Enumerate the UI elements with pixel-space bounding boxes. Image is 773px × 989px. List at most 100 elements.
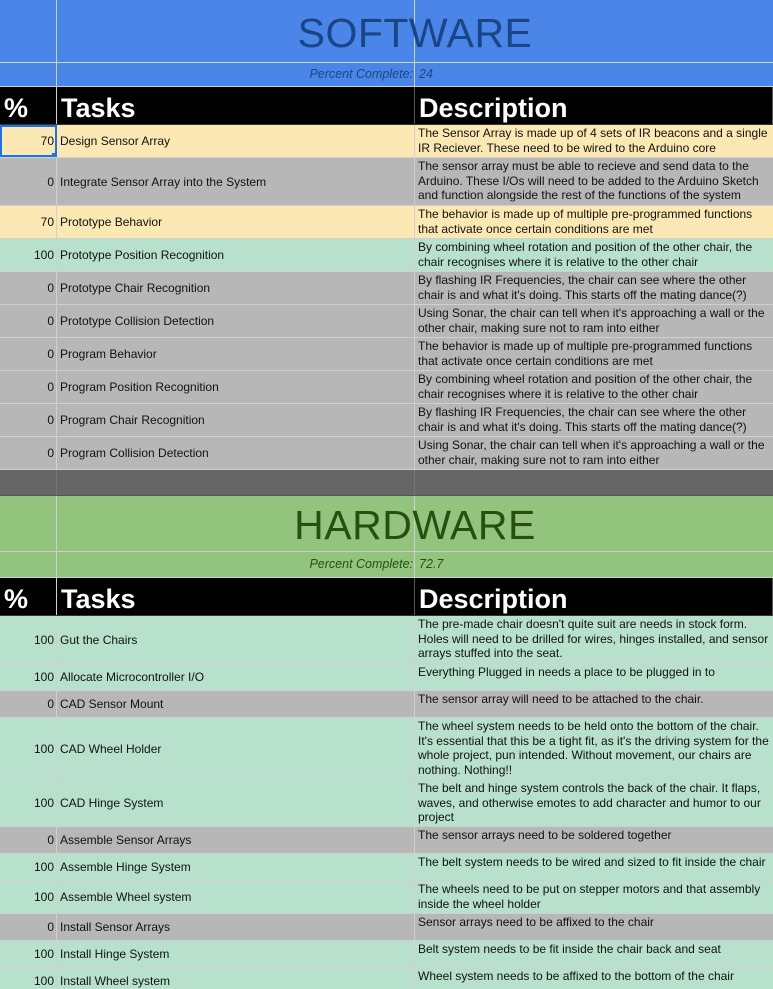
pct-cell[interactable]: 100 — [0, 616, 57, 663]
description-cell[interactable]: The behavior is made up of multiple pre-… — [415, 206, 773, 238]
task-cell[interactable]: Install Sensor Arrays — [57, 914, 415, 940]
description-cell[interactable]: Using Sonar, the chair can tell when it'… — [415, 305, 773, 337]
banner-cell[interactable] — [0, 496, 57, 551]
hardware-row: 0 Install Sensor Arrays Sensor arrays ne… — [0, 914, 773, 941]
task-cell[interactable]: Prototype Behavior — [57, 206, 415, 238]
description-cell[interactable]: Using Sonar, the chair can tell when it'… — [415, 437, 773, 469]
software-percent-value: 24 — [419, 67, 433, 81]
task-cell[interactable]: Assemble Sensor Arrays — [57, 827, 415, 853]
hardware-row: 100 Allocate Microcontroller I/O Everyth… — [0, 664, 773, 691]
software-row: 0 Program Behavior The behavior is made … — [0, 338, 773, 371]
hardware-row: 100 Assemble Wheel system The wheels nee… — [0, 881, 773, 914]
percent-value-cell[interactable] — [415, 552, 773, 577]
software-row: 0 Program Collision Detection Using Sona… — [0, 437, 773, 470]
task-cell[interactable]: Program Collision Detection — [57, 437, 415, 469]
software-row: 0 Prototype Chair Recognition By flashin… — [0, 272, 773, 305]
description-cell[interactable]: By flashing IR Frequencies, the chair ca… — [415, 404, 773, 436]
header-tasks[interactable]: Tasks — [57, 87, 415, 124]
pct-cell[interactable]: 100 — [0, 664, 57, 690]
pct-cell[interactable]: 0 — [0, 914, 57, 940]
pct-cell[interactable]: 100 — [0, 239, 57, 271]
task-cell[interactable]: Program Behavior — [57, 338, 415, 370]
task-cell[interactable]: Gut the Chairs — [57, 616, 415, 663]
pct-cell[interactable]: 0 — [0, 827, 57, 853]
pct-cell[interactable]: 0 — [0, 338, 57, 370]
software-banner-row: SOFTWARE — [0, 0, 773, 63]
task-cell[interactable]: Assemble Hinge System — [57, 854, 415, 880]
task-cell[interactable]: Prototype Chair Recognition — [57, 272, 415, 304]
pct-cell[interactable]: 0 — [0, 305, 57, 337]
header-pct[interactable]: % — [0, 87, 57, 124]
description-cell[interactable]: The sensor array must be able to recieve… — [415, 158, 773, 205]
description-cell[interactable]: Sensor arrays need to be affixed to the … — [415, 914, 773, 940]
hardware-row: 100 Install Wheel system Wheel system ne… — [0, 968, 773, 989]
description-cell[interactable]: The behavior is made up of multiple pre-… — [415, 338, 773, 370]
pct-cell[interactable]: 0 — [0, 371, 57, 403]
percent-cell[interactable] — [0, 552, 57, 577]
percent-cell[interactable] — [0, 63, 57, 86]
description-cell[interactable]: The sensor arrays need to be soldered to… — [415, 827, 773, 853]
task-cell[interactable]: Install Wheel system — [57, 968, 415, 989]
task-cell[interactable]: Allocate Microcontroller I/O — [57, 664, 415, 690]
task-cell[interactable]: Install Hinge System — [57, 941, 415, 967]
software-header-row: % Tasks Description — [0, 87, 773, 125]
software-row: 70 Design Sensor Array The Sensor Array … — [0, 125, 773, 158]
separator-cell[interactable] — [0, 470, 57, 495]
description-cell[interactable]: By flashing IR Frequencies, the chair ca… — [415, 272, 773, 304]
pct-cell[interactable]: 0 — [0, 691, 57, 717]
hardware-row: 0 Assemble Sensor Arrays The sensor arra… — [0, 827, 773, 854]
pct-cell[interactable]: 0 — [0, 437, 57, 469]
description-cell[interactable]: The Sensor Array is made up of 4 sets of… — [415, 125, 773, 157]
pct-cell[interactable]: 70 — [0, 125, 57, 157]
description-cell[interactable]: The belt and hinge system controls the b… — [415, 780, 773, 826]
task-cell[interactable]: CAD Sensor Mount — [57, 691, 415, 717]
header-description[interactable]: Description — [415, 578, 773, 615]
description-cell[interactable]: By combining wheel rotation and position… — [415, 371, 773, 403]
task-cell[interactable]: Assemble Wheel system — [57, 881, 415, 913]
software-percent-label: Percent Complete: — [309, 67, 413, 81]
task-cell[interactable]: Program Position Recognition — [57, 371, 415, 403]
pct-cell[interactable]: 100 — [0, 854, 57, 880]
description-cell[interactable]: Wheel system needs to be affixed to the … — [415, 968, 773, 989]
pct-cell[interactable]: 100 — [0, 718, 57, 779]
description-cell[interactable]: Everything Plugged in needs a place to b… — [415, 664, 773, 690]
software-row: 0 Program Chair Recognition By flashing … — [0, 404, 773, 437]
banner-cell[interactable] — [0, 0, 57, 62]
description-cell[interactable]: The belt system needs to be wired and si… — [415, 854, 773, 880]
hardware-header-row: % Tasks Description — [0, 578, 773, 616]
description-cell[interactable]: The wheels need to be put on stepper mot… — [415, 881, 773, 913]
pct-cell[interactable]: 0 — [0, 404, 57, 436]
header-tasks[interactable]: Tasks — [57, 578, 415, 615]
percent-value-cell[interactable] — [415, 63, 773, 86]
pct-cell[interactable]: 100 — [0, 780, 57, 826]
pct-cell[interactable]: 70 — [0, 206, 57, 238]
task-cell[interactable]: CAD Wheel Holder — [57, 718, 415, 779]
header-description[interactable]: Description — [415, 87, 773, 124]
task-cell[interactable]: CAD Hinge System — [57, 780, 415, 826]
header-pct[interactable]: % — [0, 578, 57, 615]
pct-cell[interactable]: 0 — [0, 158, 57, 205]
description-cell[interactable]: The pre-made chair doesn't quite suit ar… — [415, 616, 773, 663]
pct-cell[interactable]: 0 — [0, 272, 57, 304]
description-cell[interactable]: Belt system needs to be fit inside the c… — [415, 941, 773, 967]
description-cell[interactable]: By combining wheel rotation and position… — [415, 239, 773, 271]
task-cell[interactable]: Integrate Sensor Array into the System — [57, 158, 415, 205]
pct-cell[interactable]: 100 — [0, 968, 57, 989]
separator-cell[interactable] — [57, 470, 415, 495]
software-percent-row: Percent Complete: 24 — [0, 63, 773, 87]
separator-cell[interactable] — [415, 470, 773, 495]
task-cell[interactable]: Design Sensor Array — [57, 125, 415, 157]
software-row: 0 Prototype Collision Detection Using So… — [0, 305, 773, 338]
description-cell[interactable]: The wheel system needs to be held onto t… — [415, 718, 773, 779]
software-row: 0 Integrate Sensor Array into the System… — [0, 158, 773, 206]
task-cell[interactable]: Program Chair Recognition — [57, 404, 415, 436]
pct-cell[interactable]: 100 — [0, 881, 57, 913]
hardware-row: 100 Assemble Hinge System The belt syste… — [0, 854, 773, 881]
pct-cell[interactable]: 100 — [0, 941, 57, 967]
software-row: 0 Program Position Recognition By combin… — [0, 371, 773, 404]
task-cell[interactable]: Prototype Position Recognition — [57, 239, 415, 271]
description-cell[interactable]: The sensor array will need to be attache… — [415, 691, 773, 717]
section-separator — [0, 470, 773, 496]
task-cell[interactable]: Prototype Collision Detection — [57, 305, 415, 337]
hardware-percent-value: 72.7 — [419, 557, 444, 571]
